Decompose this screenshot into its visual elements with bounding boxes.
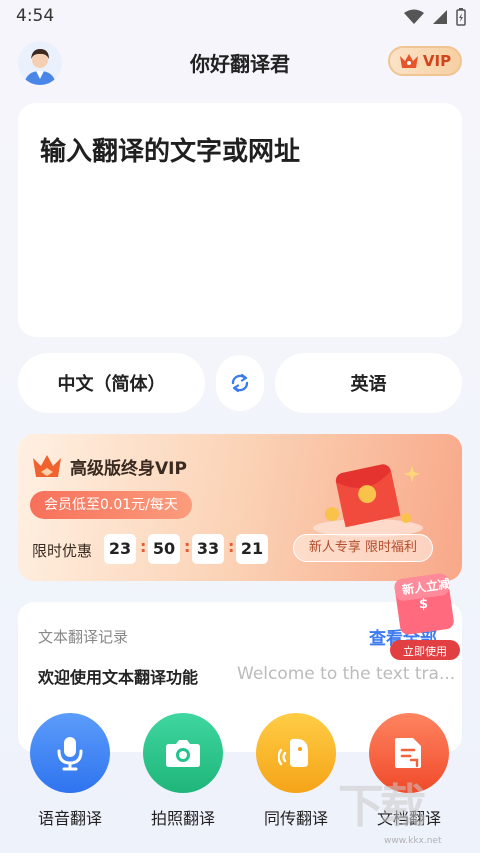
countdown-separator: : (228, 537, 235, 556)
status-time: 4:54 (16, 6, 55, 26)
countdown-separator: : (140, 537, 147, 556)
swap-language-button[interactable] (216, 355, 264, 411)
simultaneous-translate-button[interactable] (256, 713, 336, 793)
camera-icon (166, 740, 200, 767)
promo-title: 高级版终身VIP (70, 459, 187, 479)
history-label: 文本翻译记录 (38, 628, 129, 646)
document-icon (395, 738, 421, 768)
vip-button[interactable]: VIP (388, 46, 462, 76)
wifi-icon (404, 9, 424, 24)
countdown-seconds: 33 (192, 534, 224, 564)
signal-icon (433, 10, 447, 24)
countdown-minutes: 50 (148, 534, 180, 564)
watermark: 下载 (338, 779, 426, 833)
translate-input-area[interactable]: 输入翻译的文字或网址 (18, 103, 462, 337)
promo-limit-label: 限时优惠 (32, 542, 93, 560)
battery-icon (456, 8, 466, 26)
photo-translate-label: 拍照翻译 (150, 809, 215, 828)
input-placeholder: 输入翻译的文字或网址 (40, 137, 301, 167)
crown-icon (33, 455, 61, 477)
microphone-icon (57, 737, 83, 771)
voice-translate-button[interactable] (30, 713, 110, 793)
promo-subtitle: 会员低至0.01元/每天 (30, 491, 192, 519)
status-bar: 4:54 (0, 0, 480, 34)
badge-use-button: 立即使用 (403, 645, 447, 658)
countdown-hours: 23 (104, 534, 136, 564)
voice-translate-label: 语音翻译 (37, 809, 102, 828)
countdown-centiseconds: 21 (236, 534, 268, 564)
badge-currency: $ (419, 597, 429, 612)
red-envelope-illustration (313, 464, 423, 537)
crown-icon (399, 54, 418, 68)
new-user-discount-badge[interactable]: 新人立减 $ 立即使用 (388, 570, 462, 662)
simultaneous-icon (278, 738, 308, 767)
simultaneous-translate-label: 同传翻译 (263, 809, 328, 828)
promo-tag: 新人专享 限时福利 (293, 534, 433, 562)
welcome-text-cn: 欢迎使用文本翻译功能 (38, 668, 199, 687)
welcome-text-en: Welcome to the text tra... (237, 664, 456, 684)
swap-icon (231, 373, 249, 393)
photo-translate-button[interactable] (143, 713, 223, 793)
vip-promo-banner[interactable]: 高级版终身VIP 会员低至0.01元/每天 限时优惠 23 : 50 : 33 … (18, 434, 462, 581)
countdown-separator: : (184, 537, 191, 556)
status-icons (404, 8, 466, 26)
target-language-button[interactable]: 英语 (275, 353, 462, 413)
vip-label: VIP (422, 52, 452, 70)
watermark-site: www.kkx.net (384, 836, 442, 846)
source-language-button[interactable]: 中文（简体） (18, 353, 205, 413)
